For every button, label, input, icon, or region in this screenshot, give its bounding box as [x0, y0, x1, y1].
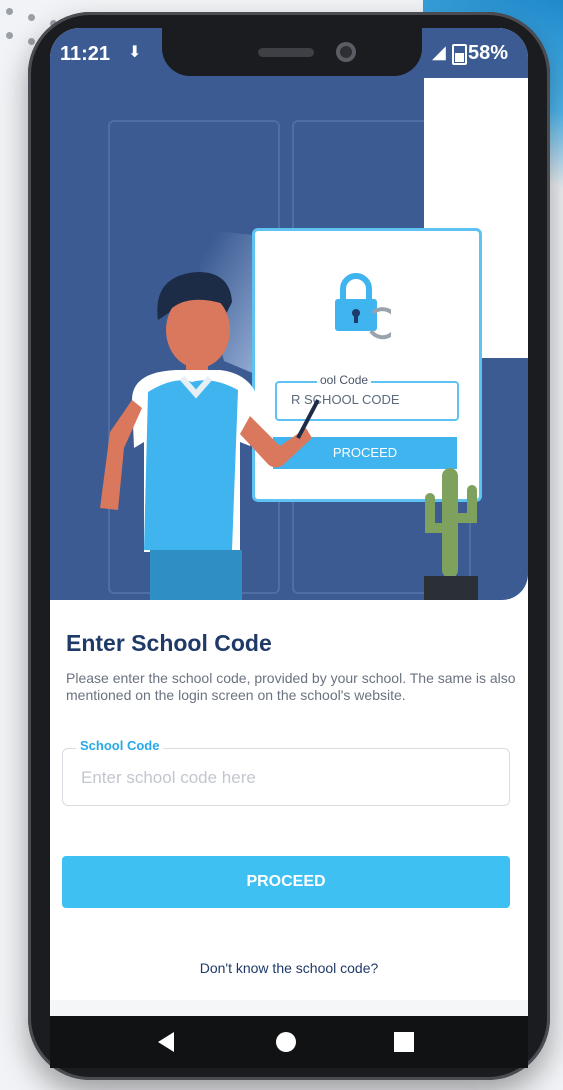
back-triangle-icon[interactable]: [158, 1032, 174, 1052]
android-nav-bar: [50, 1016, 528, 1068]
lock-icon: [335, 273, 391, 340]
footer-strip: [50, 1000, 528, 1016]
school-code-form: Enter School Code Please enter the schoo…: [50, 600, 528, 1000]
card-field-label: ool Code: [317, 373, 372, 387]
home-circle-icon[interactable]: [276, 1032, 296, 1052]
download-arrow-icon: ⬇: [128, 44, 142, 61]
status-bar: 11:21 ⬇ ◢ 58%: [50, 28, 528, 80]
teacher-figure: [100, 272, 320, 600]
battery-icon: [452, 44, 467, 65]
page-description: Please enter the school code, provided b…: [66, 670, 516, 703]
app-screen: ool Code R SCHOOL CODE PROCEED 11:21 ⬇ ◢…: [50, 28, 528, 1068]
page-title: Enter School Code: [66, 630, 272, 656]
school-code-label: School Code: [76, 738, 164, 753]
hero-illustration: ool Code R SCHOOL CODE PROCEED: [50, 28, 528, 600]
dont-know-code-link[interactable]: Don't know the school code?: [50, 960, 528, 976]
recents-square-icon[interactable]: [394, 1032, 414, 1052]
status-time: 11:21: [60, 43, 111, 65]
proceed-button[interactable]: PROCEED: [62, 856, 510, 908]
battery-percent: 58%: [468, 42, 509, 64]
school-code-input[interactable]: [79, 765, 493, 791]
signal-icon: ◢: [432, 42, 446, 62]
school-code-field[interactable]: [62, 748, 510, 806]
cactus-plant: [424, 468, 478, 600]
